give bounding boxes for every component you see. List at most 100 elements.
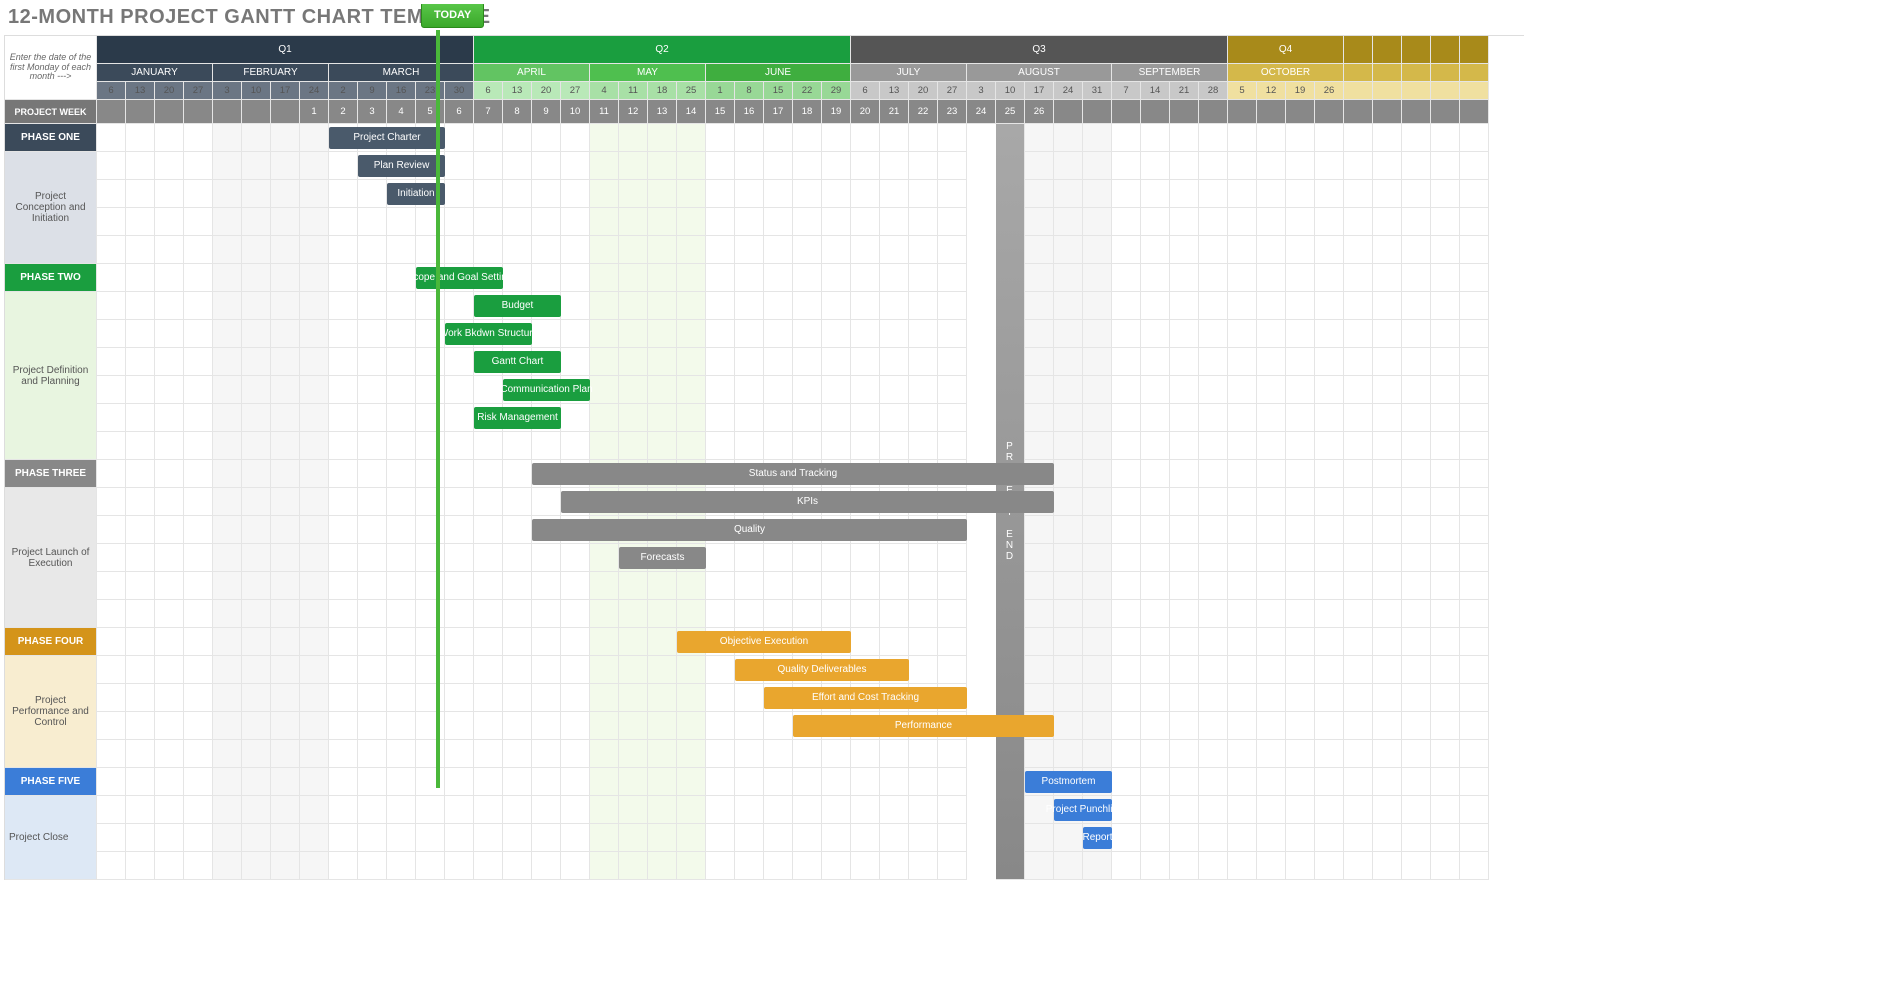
body-cell [1402, 628, 1431, 656]
body-cell [735, 796, 764, 824]
body-cell [97, 572, 126, 600]
body-cell [764, 712, 793, 740]
task-budget[interactable]: Budget [474, 292, 561, 320]
body-cell [1054, 712, 1083, 740]
body-cell [213, 376, 242, 404]
body-cell [184, 292, 213, 320]
body-cell [1315, 152, 1344, 180]
body-cell [387, 404, 416, 432]
task-post[interactable]: Postmortem [1025, 768, 1112, 796]
body-cell [1170, 180, 1199, 208]
task-wbs[interactable]: Work Bkdwn Structure [445, 320, 532, 348]
body-cell [329, 852, 358, 880]
body-cell [155, 124, 184, 152]
body-cell [851, 768, 880, 796]
body-cell [648, 432, 677, 460]
body-cell [648, 628, 677, 656]
body-cell [503, 236, 532, 264]
body-cell [1141, 852, 1170, 880]
body-cell [242, 852, 271, 880]
body-cell [1315, 180, 1344, 208]
task-obj[interactable]: Objective Execution [677, 628, 851, 656]
body-cell [1083, 292, 1112, 320]
body-cell [1315, 348, 1344, 376]
body-cell [735, 712, 764, 740]
month-september: SEPTEMBER [1112, 64, 1228, 82]
body-cell [1170, 740, 1199, 768]
body-cell [561, 768, 590, 796]
task-status[interactable]: Status and Tracking [532, 460, 1054, 488]
body-cell [1199, 712, 1228, 740]
body-cell [1373, 460, 1402, 488]
body-cell [677, 600, 706, 628]
body-cell [1286, 656, 1315, 684]
body-cell [1344, 796, 1373, 824]
task-ect[interactable]: Effort and Cost Tracking [764, 684, 967, 712]
body-cell [706, 292, 735, 320]
body-cell [764, 432, 793, 460]
body-cell [416, 460, 445, 488]
body-cell [590, 824, 619, 852]
body-cell [1257, 488, 1286, 516]
task-punch[interactable]: Project Punchlist [1054, 796, 1112, 824]
body-cell [938, 768, 967, 796]
body-cell [1054, 264, 1083, 292]
body-cell [1228, 264, 1257, 292]
body-cell [1083, 600, 1112, 628]
body-cell [590, 656, 619, 684]
body-cell [1315, 628, 1344, 656]
body-cell [735, 264, 764, 292]
body-cell [1257, 712, 1286, 740]
body-cell [648, 292, 677, 320]
body-cell [474, 600, 503, 628]
body-cell [474, 544, 503, 572]
body-cell [271, 516, 300, 544]
task-report[interactable]: Report [1083, 824, 1112, 852]
task-qd[interactable]: Quality Deliverables [735, 656, 909, 684]
body-cell [1170, 264, 1199, 292]
body-cell [271, 152, 300, 180]
body-cell [97, 460, 126, 488]
body-cell [1228, 712, 1257, 740]
task-perf[interactable]: Performance [793, 712, 1054, 740]
body-cell [851, 544, 880, 572]
body-cell [474, 180, 503, 208]
body-cell [1199, 348, 1228, 376]
body-cell [155, 656, 184, 684]
body-cell [880, 152, 909, 180]
body-cell [271, 572, 300, 600]
body-cell [358, 264, 387, 292]
body-cell [1170, 152, 1199, 180]
body-cell [1402, 824, 1431, 852]
body-cell [271, 712, 300, 740]
body-cell [1431, 824, 1460, 852]
body-cell [851, 320, 880, 348]
body-cell [590, 124, 619, 152]
body-cell [416, 544, 445, 572]
task-risk[interactable]: Risk Management [474, 404, 561, 432]
task-project-charter[interactable]: Project Charter [329, 124, 445, 152]
body-cell [184, 208, 213, 236]
body-cell [1286, 600, 1315, 628]
body-cell [474, 656, 503, 684]
task-kpis[interactable]: KPIs [561, 488, 1054, 516]
body-cell [329, 460, 358, 488]
task-comm[interactable]: Communication Plan [503, 376, 590, 404]
task-scope[interactable]: Scope and Goal Setting [416, 264, 503, 292]
task-quality[interactable]: Quality [532, 516, 967, 544]
body-cell [1373, 768, 1402, 796]
body-cell [1373, 796, 1402, 824]
task-gantt[interactable]: Gantt Chart [474, 348, 561, 376]
task-forecasts[interactable]: Forecasts [619, 544, 706, 572]
body-cell [1054, 516, 1083, 544]
body-cell [793, 824, 822, 852]
body-cell [271, 236, 300, 264]
task-plan-review[interactable]: Plan Review [358, 152, 445, 180]
body-cell [561, 432, 590, 460]
body-cell [561, 824, 590, 852]
body-cell [1025, 124, 1054, 152]
body-cell [706, 124, 735, 152]
body-cell [561, 124, 590, 152]
body-cell [938, 824, 967, 852]
body-cell [880, 348, 909, 376]
